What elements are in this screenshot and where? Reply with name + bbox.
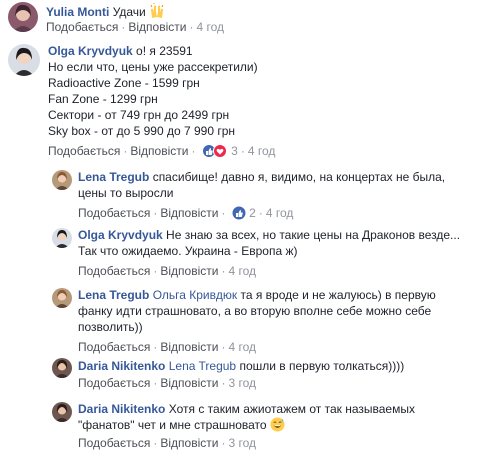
reactions[interactable] <box>201 144 228 161</box>
comment-text: Olga Kryvdyuk Не знаю за всех, но такие … <box>78 228 461 258</box>
reply-link[interactable]: Відповісти <box>160 376 218 390</box>
mention-link[interactable]: Ольга Кривдюк <box>153 288 237 302</box>
timestamp[interactable]: 4 год <box>248 144 276 158</box>
grinning-sweat-emoji-icon <box>270 417 285 436</box>
like-link[interactable]: Подобається <box>78 376 150 390</box>
reply-lena-tregub-2: Lena Tregub Ольга Кривдюк та я вроде и н… <box>0 284 499 356</box>
like-love-reaction-icon <box>201 144 227 158</box>
comment-actions: Подобається · Відповісти · 4 год <box>46 20 224 34</box>
author-name[interactable]: Lena Tregub <box>78 288 149 302</box>
comment-yulia-monti: Yulia Monti Удачи Подобається · Відповісти… <box>0 0 499 36</box>
avatar[interactable] <box>52 228 72 248</box>
comment-olga-kryvdyuk: Olga Kryvdyuk о! я 23591 Но если что, це… <box>0 40 499 160</box>
reply-link[interactable]: Відповісти <box>128 20 186 34</box>
timestamp[interactable]: 4 год <box>228 340 256 354</box>
avatar[interactable] <box>52 358 72 378</box>
reply-daria-nikitenko: Daria Nikitenko Lena Tregub пошли в перв… <box>0 356 499 396</box>
reply-link[interactable]: Відповісти <box>130 144 188 158</box>
mention-link[interactable]: Lena Tregub <box>169 359 236 373</box>
avatar[interactable] <box>52 288 72 308</box>
avatar[interactable] <box>8 44 40 76</box>
timestamp[interactable]: 4 год <box>266 206 294 220</box>
comment-text-content: Удачи <box>112 5 146 19</box>
comment-text: Daria Nikitenko Lena Tregub пошли в перв… <box>78 359 405 373</box>
author-name[interactable]: Daria Nikitenko <box>78 402 165 416</box>
comment-actions: Подобається · Відповісти · 3 год <box>78 376 256 390</box>
like-link[interactable]: Подобається <box>78 206 150 220</box>
comment-text: Olga Kryvdyuk о! я 23591 Но если что, це… <box>48 44 258 138</box>
like-link[interactable]: Подобається <box>78 436 150 450</box>
reply-lena-tregub: Lena Tregub спасибище! давно я, видимо, … <box>0 166 499 224</box>
timestamp[interactable]: 3 год <box>228 436 256 450</box>
reply-olga-kryvdyuk: Olga Kryvdyuk Не знаю за всех, но такие … <box>0 224 499 282</box>
reply-link[interactable]: Відповісти <box>160 264 218 278</box>
author-name[interactable]: Lena Tregub <box>78 170 149 184</box>
like-link[interactable]: Подобається <box>48 144 120 158</box>
reply-daria-nikitenko-2: Daria Nikitenko Хотя с таким ажиотажем о… <box>0 398 499 458</box>
comment-actions: Подобається · Відповісти · 3 · 4 год <box>48 144 275 161</box>
timestamp[interactable]: 3 год <box>228 376 256 390</box>
author-name[interactable]: Olga Kryvdyuk <box>48 44 133 58</box>
reactions[interactable] <box>232 206 246 223</box>
comment-actions: Подобається · Відповісти · 3 год <box>78 436 256 450</box>
timestamp[interactable]: 4 год <box>196 20 224 34</box>
avatar[interactable] <box>52 170 72 190</box>
author-name[interactable]: Daria Nikitenko <box>78 359 165 373</box>
reply-link[interactable]: Відповісти <box>160 436 218 450</box>
reaction-count[interactable]: 2 <box>249 206 256 220</box>
comment-actions: Подобається · Відповісти · 4 год <box>78 340 256 354</box>
reply-link[interactable]: Відповісти <box>160 340 218 354</box>
timestamp[interactable]: 4 год <box>228 264 256 278</box>
comment-text: Lena Tregub спасибище! давно я, видимо, … <box>78 170 446 200</box>
reaction-count[interactable]: 3 <box>231 144 238 158</box>
like-link[interactable]: Подобається <box>78 264 150 278</box>
comment-actions: Подобається · Відповісти · 2 · 4 год <box>78 206 293 223</box>
reply-link[interactable]: Відповісти <box>160 206 218 220</box>
avatar[interactable] <box>52 402 72 422</box>
author-name[interactable]: Olga Kryvdyuk <box>78 228 163 242</box>
like-link[interactable]: Подобається <box>46 20 118 34</box>
comment-text: Lena Tregub Ольга Кривдюк та я вроде и н… <box>78 288 436 334</box>
comment-text: Daria Nikitenko Хотя с таким ажиотажем о… <box>78 401 488 436</box>
avatar[interactable] <box>8 2 38 32</box>
like-reaction-icon <box>232 206 246 220</box>
author-name[interactable]: Yulia Monti <box>46 5 109 19</box>
like-link[interactable]: Подобається <box>78 340 150 354</box>
comment-actions: Подобається · Відповісти · 4 год <box>78 264 256 278</box>
